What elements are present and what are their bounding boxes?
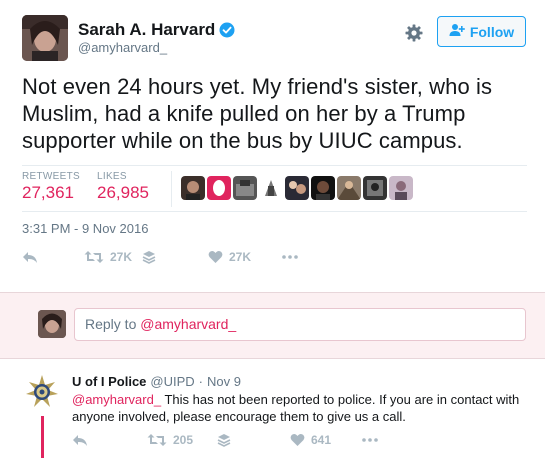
likes-stat[interactable]: LIKES 26,985 [97, 171, 149, 203]
reply-retweet-button[interactable]: 205 [147, 433, 217, 447]
reply-like-button[interactable]: 641 [290, 433, 362, 447]
tweet-actions: 27K 27K [22, 247, 298, 267]
stack-icon [142, 250, 156, 264]
reply-date[interactable]: Nov 9 [207, 374, 241, 389]
like-button[interactable]: 27K [208, 250, 282, 264]
reply-actions: 205 641 [72, 433, 378, 447]
reply-author-handle[interactable]: @UIPD [150, 374, 194, 389]
main-tweet: Sarah A. Harvard @amyharvard_ Follow Not… [0, 0, 545, 290]
current-user-avatar [38, 310, 66, 338]
follow-label: Follow [469, 23, 515, 40]
gear-icon[interactable] [404, 23, 424, 43]
retweet-count: 27K [110, 250, 133, 264]
reply-author-name[interactable]: U of I Police [72, 374, 146, 389]
reply-tweet: U of I Police @UIPD · Nov 9 @amyharvard_… [0, 360, 545, 458]
reply-separator: · [198, 374, 204, 389]
reply-text: @amyharvard_ This has not been reported … [72, 391, 532, 425]
police-badge-avatar[interactable] [24, 374, 60, 410]
more-icon [282, 255, 298, 259]
author-avatar[interactable] [22, 15, 68, 61]
follow-button[interactable]: Follow [437, 16, 526, 47]
reply-icon [72, 434, 88, 447]
tweet-text: Not even 24 hours yet. My friend's siste… [22, 74, 493, 153]
liker-avatar[interactable] [337, 176, 361, 200]
retweet-icon [147, 433, 167, 447]
reply-reply-button[interactable] [72, 434, 147, 447]
reply-button[interactable] [22, 251, 84, 264]
verified-badge-icon [219, 22, 235, 38]
reply-mention: @amyharvard_ [140, 316, 237, 332]
reply-stack-button[interactable] [217, 433, 290, 447]
author-handle[interactable]: @amyharvard_ [78, 40, 167, 55]
heart-icon [208, 250, 223, 264]
reply-like-count: 641 [311, 433, 332, 447]
reply-header: U of I Police @UIPD · Nov 9 [72, 374, 241, 389]
liker-avatar[interactable] [389, 176, 413, 200]
add-user-icon [449, 23, 465, 40]
reply-more-button[interactable] [362, 438, 378, 442]
reply-icon [22, 251, 38, 264]
like-count: 27K [229, 250, 252, 264]
divider [22, 211, 527, 212]
likes-count: 26,985 [97, 183, 149, 202]
liker-avatar[interactable] [363, 176, 387, 200]
liker-avatar[interactable] [233, 176, 257, 200]
divider [171, 171, 172, 207]
reply-text-mention[interactable]: @amyharvard_ [72, 392, 161, 407]
reply-retweet-count: 205 [173, 433, 194, 447]
retweets-stat[interactable]: RETWEETS 27,361 [22, 171, 80, 203]
retweets-label: RETWEETS [22, 171, 80, 182]
tweet-timestamp[interactable]: 3:31 PM - 9 Nov 2016 [22, 221, 148, 236]
retweets-count: 27,361 [22, 183, 74, 202]
reply-prefix: Reply to [85, 316, 141, 332]
liker-avatar[interactable] [207, 176, 231, 200]
liker-avatar[interactable] [311, 176, 335, 200]
author-name[interactable]: Sarah A. Harvard [78, 20, 235, 40]
stack-icon [217, 433, 231, 447]
divider [22, 165, 527, 166]
liker-avatar[interactable] [181, 176, 205, 200]
heart-icon [290, 433, 305, 447]
liker-avatars [181, 176, 413, 200]
likes-label: LIKES [97, 171, 127, 182]
retweet-button[interactable]: 27K [84, 250, 142, 264]
thread-line [41, 416, 44, 458]
author-name-text[interactable]: Sarah A. Harvard [78, 20, 215, 40]
liker-avatar[interactable] [259, 176, 283, 200]
stack-button[interactable] [142, 250, 208, 264]
more-button[interactable] [282, 255, 298, 259]
reply-input[interactable]: Reply to @amyharvard_ [74, 308, 526, 341]
reply-composer: Reply to @amyharvard_ [0, 292, 545, 359]
more-icon [362, 438, 378, 442]
liker-avatar[interactable] [285, 176, 309, 200]
retweet-icon [84, 250, 104, 264]
